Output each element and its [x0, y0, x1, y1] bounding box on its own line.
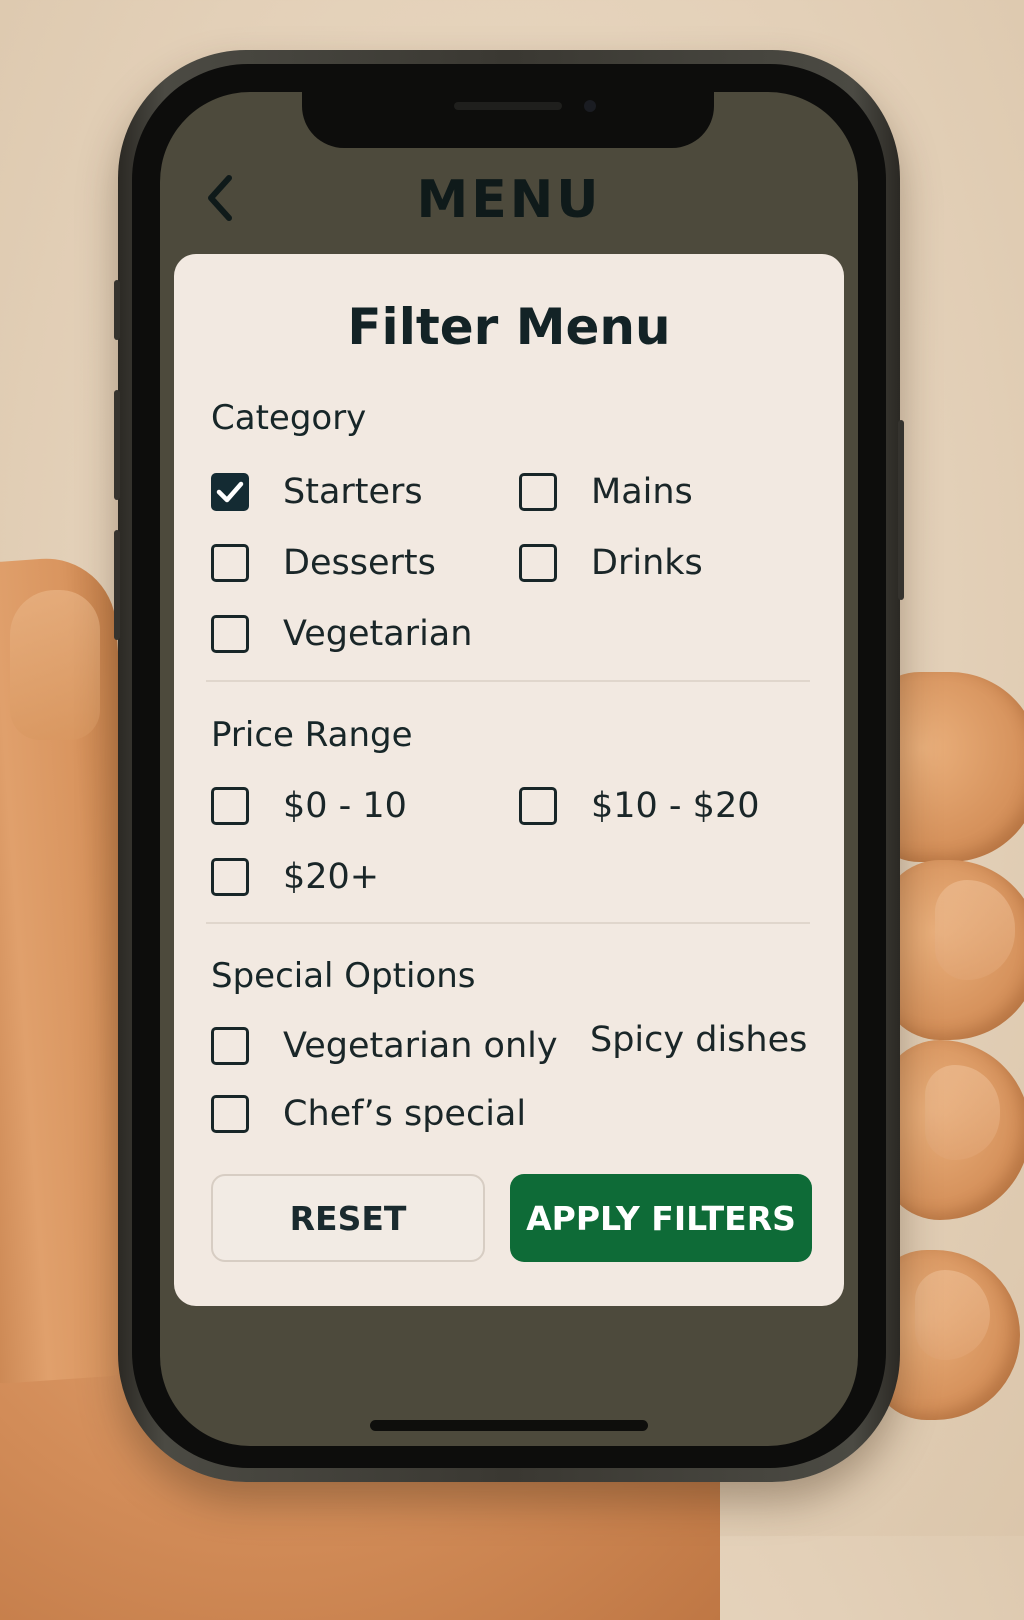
phone-screen: MENU Filter Menu Category Starters Mains… — [160, 92, 858, 1446]
reset-button[interactable]: RESET — [211, 1174, 485, 1262]
checkmark-icon — [216, 481, 244, 503]
apply-filters-button[interactable]: APPLY FILTERS — [510, 1174, 812, 1262]
checkbox-box[interactable] — [519, 544, 557, 582]
filter-title: Filter Menu — [347, 298, 671, 356]
thumb-nail — [10, 590, 100, 740]
divider — [206, 680, 810, 682]
option-label: Mains — [591, 472, 693, 512]
option-label: $10 - $20 — [591, 786, 760, 826]
option-label: Chef’s special — [283, 1094, 527, 1134]
checkbox-drinks[interactable]: Drinks — [519, 539, 703, 587]
option-label: $20+ — [283, 857, 380, 897]
checkbox-price-0-10[interactable]: $0 - 10 — [211, 782, 407, 830]
silent-switch — [114, 280, 120, 340]
option-label: Vegetarian only — [283, 1026, 558, 1066]
checkbox-price-10-20[interactable]: $10 - $20 — [519, 782, 760, 830]
special-options-heading: Special Options — [211, 956, 476, 996]
checkbox-box[interactable] — [519, 473, 557, 511]
option-label: $0 - 10 — [283, 786, 407, 826]
home-indicator[interactable] — [370, 1420, 648, 1431]
checkbox-box[interactable] — [211, 1095, 249, 1133]
checkbox-checked[interactable] — [211, 473, 249, 511]
checkbox-starters[interactable]: Starters — [211, 468, 423, 516]
checkbox-box[interactable] — [211, 787, 249, 825]
checkbox-box[interactable] — [211, 544, 249, 582]
checkbox-desserts[interactable]: Desserts — [211, 539, 436, 587]
front-camera-icon — [584, 100, 596, 112]
spicy-dishes-option[interactable]: Spicy dishes — [590, 1020, 807, 1060]
checkbox-price-20-plus[interactable]: $20+ — [211, 853, 379, 901]
option-label: Starters — [283, 472, 423, 512]
page-title: MENU — [416, 170, 602, 230]
checkbox-mains[interactable]: Mains — [519, 468, 693, 516]
checkbox-box[interactable] — [211, 858, 249, 896]
checkbox-box[interactable] — [211, 1027, 249, 1065]
option-label: Desserts — [283, 543, 436, 583]
checkbox-vegetarian-only[interactable]: Vegetarian only — [211, 1022, 558, 1070]
checkbox-vegetarian[interactable]: Vegetarian — [211, 610, 472, 658]
divider — [206, 922, 810, 924]
option-label: Vegetarian — [283, 614, 473, 654]
option-label: Drinks — [591, 543, 703, 583]
power-button — [898, 420, 904, 600]
checkbox-box[interactable] — [519, 787, 557, 825]
checkbox-chefs-special[interactable]: Chef’s special — [211, 1090, 526, 1138]
notch — [302, 92, 714, 148]
volume-down-button — [114, 530, 120, 640]
category-heading: Category — [211, 398, 367, 438]
filter-panel: Filter Menu Category Starters Mains Dess… — [174, 254, 844, 1306]
speaker-grille — [454, 102, 562, 110]
price-range-heading: Price Range — [211, 715, 413, 755]
checkbox-box[interactable] — [211, 615, 249, 653]
volume-up-button — [114, 390, 120, 500]
